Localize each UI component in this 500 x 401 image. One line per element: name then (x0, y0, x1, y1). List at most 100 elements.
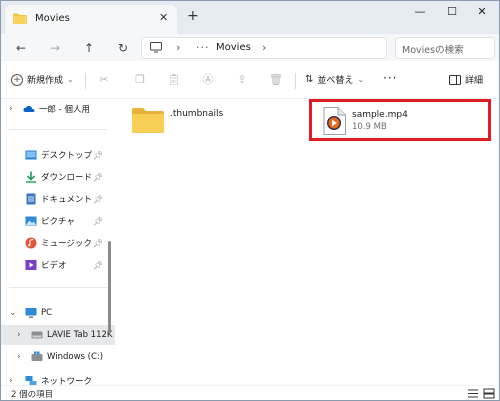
navigation-bar: ← → ↑ ↻ › ··· Movies › Moviesの検索 (1, 34, 499, 61)
new-label: 新規作成 (27, 76, 64, 86)
sidebar-item-videos[interactable]: ビデオ 📌︎ (1, 255, 115, 275)
details-pane-button[interactable]: 詳細 (449, 73, 483, 86)
sidebar-item-windows-drive[interactable]: › Windows (C:) (1, 347, 115, 367)
drive-icon (31, 331, 43, 339)
new-tab-icon[interactable]: + (187, 9, 199, 23)
close-window-icon[interactable]: ✕ (467, 5, 497, 23)
folder-icon (132, 108, 164, 133)
tab-movies[interactable]: Movies ✕ (5, 5, 177, 34)
sort-label: 並べ替え (317, 76, 354, 86)
file-size: 10.9 MB (352, 122, 387, 132)
pc-icon (25, 308, 37, 318)
up-icon[interactable]: ↑ (79, 38, 99, 58)
new-button[interactable]: + 新規作成 ⌄ (11, 73, 74, 86)
sidebar-item-documents[interactable]: ドキュメント 📌︎ (1, 189, 115, 209)
chevron-right-icon[interactable]: › (9, 104, 13, 114)
item-count: 2 個の項目 (11, 390, 54, 400)
cut-icon[interactable]: ✂ (97, 73, 111, 87)
breadcrumb-movies[interactable]: Movies (216, 42, 251, 53)
sidebar-item-onedrive[interactable]: › 一郎 - 個人用 (1, 99, 115, 119)
sidebar-item-downloads[interactable]: ダウンロード 📌︎ (1, 167, 115, 187)
status-bar: 2 個の項目 (1, 385, 499, 400)
share-icon[interactable]: ⇪ (235, 73, 249, 87)
music-icon (25, 237, 37, 249)
copy-icon[interactable]: ❐ (133, 73, 147, 87)
sidebar-item-label: ドキュメント (41, 195, 93, 205)
sidebar-scrollbar[interactable] (108, 241, 111, 333)
rename-icon[interactable]: Ⓐ (201, 73, 215, 87)
sidebar-item-pictures[interactable]: ピクチャ 📌︎ (1, 211, 115, 231)
file-name: sample.mp4 (352, 110, 408, 120)
sidebar-item-music[interactable]: ミュージック 📌︎ (1, 233, 115, 253)
pin-icon[interactable]: 📌︎ (93, 217, 103, 226)
sidebar-item-label: ダウンロード (41, 173, 93, 183)
sidebar-item-pc[interactable]: ⌄ PC (1, 303, 115, 323)
details-view-icon[interactable] (467, 388, 479, 399)
sidebar-item-label: 一郎 - 個人用 (39, 105, 90, 115)
search-input[interactable]: Moviesの検索 (395, 37, 495, 59)
pin-icon[interactable]: 📌︎ (93, 173, 103, 182)
sidebar-item-network[interactable]: › ネットワーク (1, 371, 115, 385)
divider (295, 73, 296, 89)
sidebar-item-label: ネットワーク (41, 377, 93, 385)
monitor-icon (150, 42, 162, 53)
video-icon (25, 260, 37, 270)
chevron-right-icon[interactable]: › (17, 352, 21, 362)
sidebar-item-lavie-drive[interactable]: › LAVIE Tab 112K (1, 325, 115, 345)
chevron-right-icon[interactable]: › (9, 376, 13, 385)
pin-icon[interactable]: 📌︎ (93, 195, 103, 204)
folder-icon (13, 13, 27, 24)
media-file-icon (323, 107, 346, 135)
plus-circle-icon: + (11, 73, 23, 86)
tab-close-icon[interactable]: ✕ (159, 11, 168, 24)
desktop-icon (25, 150, 37, 160)
file-list: .thumbnails sample.mp4 10.9 MB (116, 99, 499, 385)
maximize-icon[interactable]: ☐ (437, 5, 467, 23)
download-icon (26, 171, 36, 183)
sidebar-item-label: LAVIE Tab 112K (47, 330, 113, 340)
more-options-icon[interactable]: ··· (383, 71, 397, 85)
sidebar-item-label: PC (41, 308, 53, 318)
document-icon (26, 193, 36, 205)
tab-title: Movies (35, 13, 70, 24)
pin-icon[interactable]: 📌︎ (93, 261, 103, 270)
navigation-pane: › 一郎 - 個人用 デスクトップ 📌︎ ダウンロード 📌︎ ドキュメント 📌︎… (1, 99, 115, 385)
chevron-down-icon: ⌄ (357, 75, 365, 84)
address-bar[interactable]: › ··· Movies › (141, 37, 387, 59)
sort-icon: ⇅ (305, 74, 314, 85)
divider (9, 129, 107, 130)
picture-icon (25, 216, 37, 226)
file-name: .thumbnails (170, 109, 224, 119)
refresh-icon[interactable]: ↻ (113, 38, 133, 58)
sidebar-item-label: Windows (C:) (47, 352, 104, 362)
chevron-right-icon[interactable]: › (17, 330, 21, 340)
details-label: 詳細 (465, 76, 484, 86)
sidebar-item-desktop[interactable]: デスクトップ 📌︎ (1, 145, 115, 165)
sidebar-item-label: ミュージック (41, 239, 92, 249)
divider (85, 73, 86, 89)
chevron-down-icon[interactable]: ⌄ (9, 308, 17, 318)
delete-icon[interactable]: 🗑︎ (269, 73, 283, 87)
minimize-icon[interactable]: — (405, 5, 435, 23)
breadcrumb-more-icon[interactable]: ··· (196, 41, 210, 54)
title-bar: Movies ✕ + — ☐ ✕ (1, 1, 499, 34)
command-bar: + 新規作成 ⌄ ✂ ❐ 📋︎ Ⓐ ⇪ 🗑︎ ⇅ 並べ替え ⌄ ··· 詳細 (1, 61, 499, 99)
pin-icon[interactable]: 📌︎ (93, 239, 103, 248)
forward-icon[interactable]: → (45, 38, 65, 58)
network-icon (25, 376, 37, 385)
paste-icon[interactable]: 📋︎ (167, 73, 181, 87)
pin-icon[interactable]: 📌︎ (93, 151, 103, 160)
sidebar-item-label: ピクチャ (41, 217, 75, 227)
cloud-icon (23, 105, 35, 112)
divider (9, 287, 107, 288)
breadcrumb-separator-end[interactable]: › (262, 41, 266, 54)
file-item-sample-mp4[interactable]: sample.mp4 10.9 MB (312, 101, 490, 139)
details-pane-icon (449, 74, 461, 85)
back-icon[interactable]: ← (11, 38, 31, 58)
sort-button[interactable]: ⇅ 並べ替え ⌄ (305, 73, 364, 86)
folder-item-thumbnails[interactable]: .thumbnails (132, 107, 302, 141)
windows-drive-icon (31, 351, 43, 361)
sidebar-item-label: デスクトップ (41, 151, 93, 161)
chevron-down-icon: ⌄ (67, 75, 74, 84)
tiles-view-icon[interactable] (483, 388, 495, 399)
